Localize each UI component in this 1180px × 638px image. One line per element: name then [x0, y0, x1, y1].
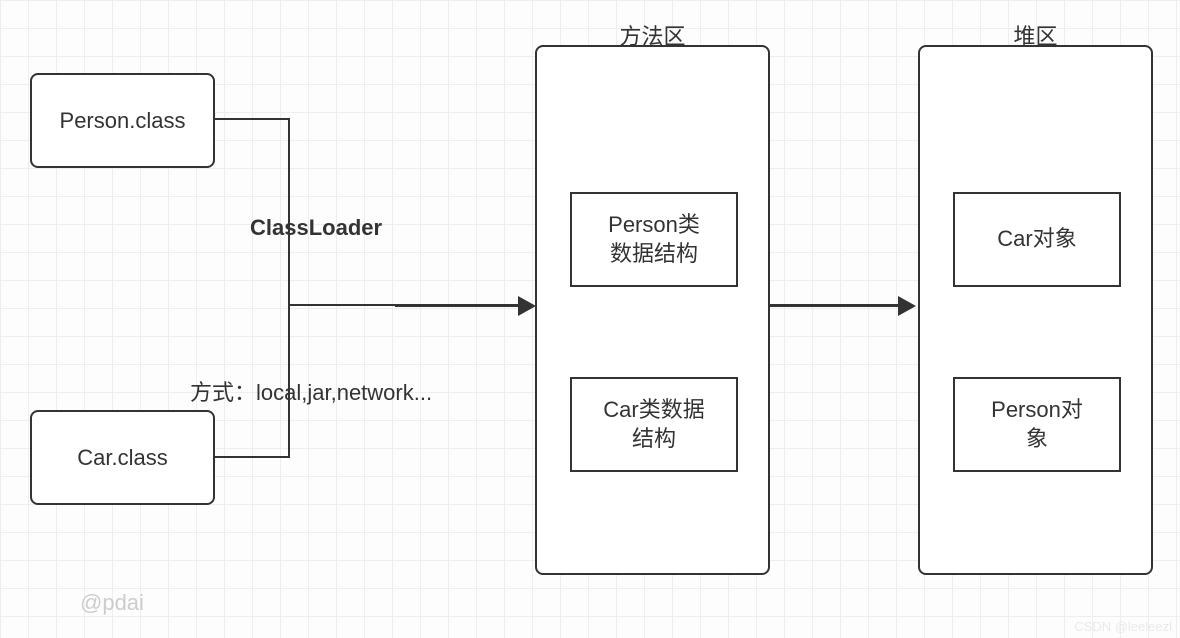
classloader-label: ClassLoader — [250, 215, 382, 241]
arrow-to-heap-area — [770, 304, 900, 307]
arrow-to-method-area — [395, 304, 520, 307]
person-obj-label: Person对 象 — [991, 396, 1083, 453]
person-struct-box: Person类 数据结构 — [570, 192, 738, 287]
method-desc-label: 方式：local,jar,network... — [190, 375, 432, 407]
heap-area-title: 堆区 — [1013, 19, 1057, 51]
heap-area-container: 堆区 Car对象 Person对 象 — [918, 45, 1153, 575]
car-class-label: Car.class — [77, 445, 167, 471]
arrowhead-icon — [898, 296, 916, 316]
connector-line — [288, 304, 396, 306]
method-area-container: 方法区 Person类 数据结构 Car类数据 结构 — [535, 45, 770, 575]
person-class-box: Person.class — [30, 73, 215, 168]
connector-line — [288, 118, 290, 458]
person-obj-box: Person对 象 — [953, 377, 1121, 472]
car-class-box: Car.class — [30, 410, 215, 505]
person-struct-label: Person类 数据结构 — [608, 211, 700, 268]
method-area-title: 方法区 — [619, 19, 685, 51]
car-obj-box: Car对象 — [953, 192, 1121, 287]
car-struct-box: Car类数据 结构 — [570, 377, 738, 472]
watermark-label: @pdai — [80, 590, 144, 616]
car-struct-label: Car类数据 结构 — [603, 396, 704, 453]
person-class-label: Person.class — [60, 108, 186, 134]
connector-line — [215, 118, 290, 120]
watermark-br-label: CSDN @leeleezl — [1074, 619, 1172, 634]
connector-line — [215, 456, 290, 458]
arrowhead-icon — [518, 296, 536, 316]
car-obj-label: Car对象 — [997, 225, 1076, 254]
